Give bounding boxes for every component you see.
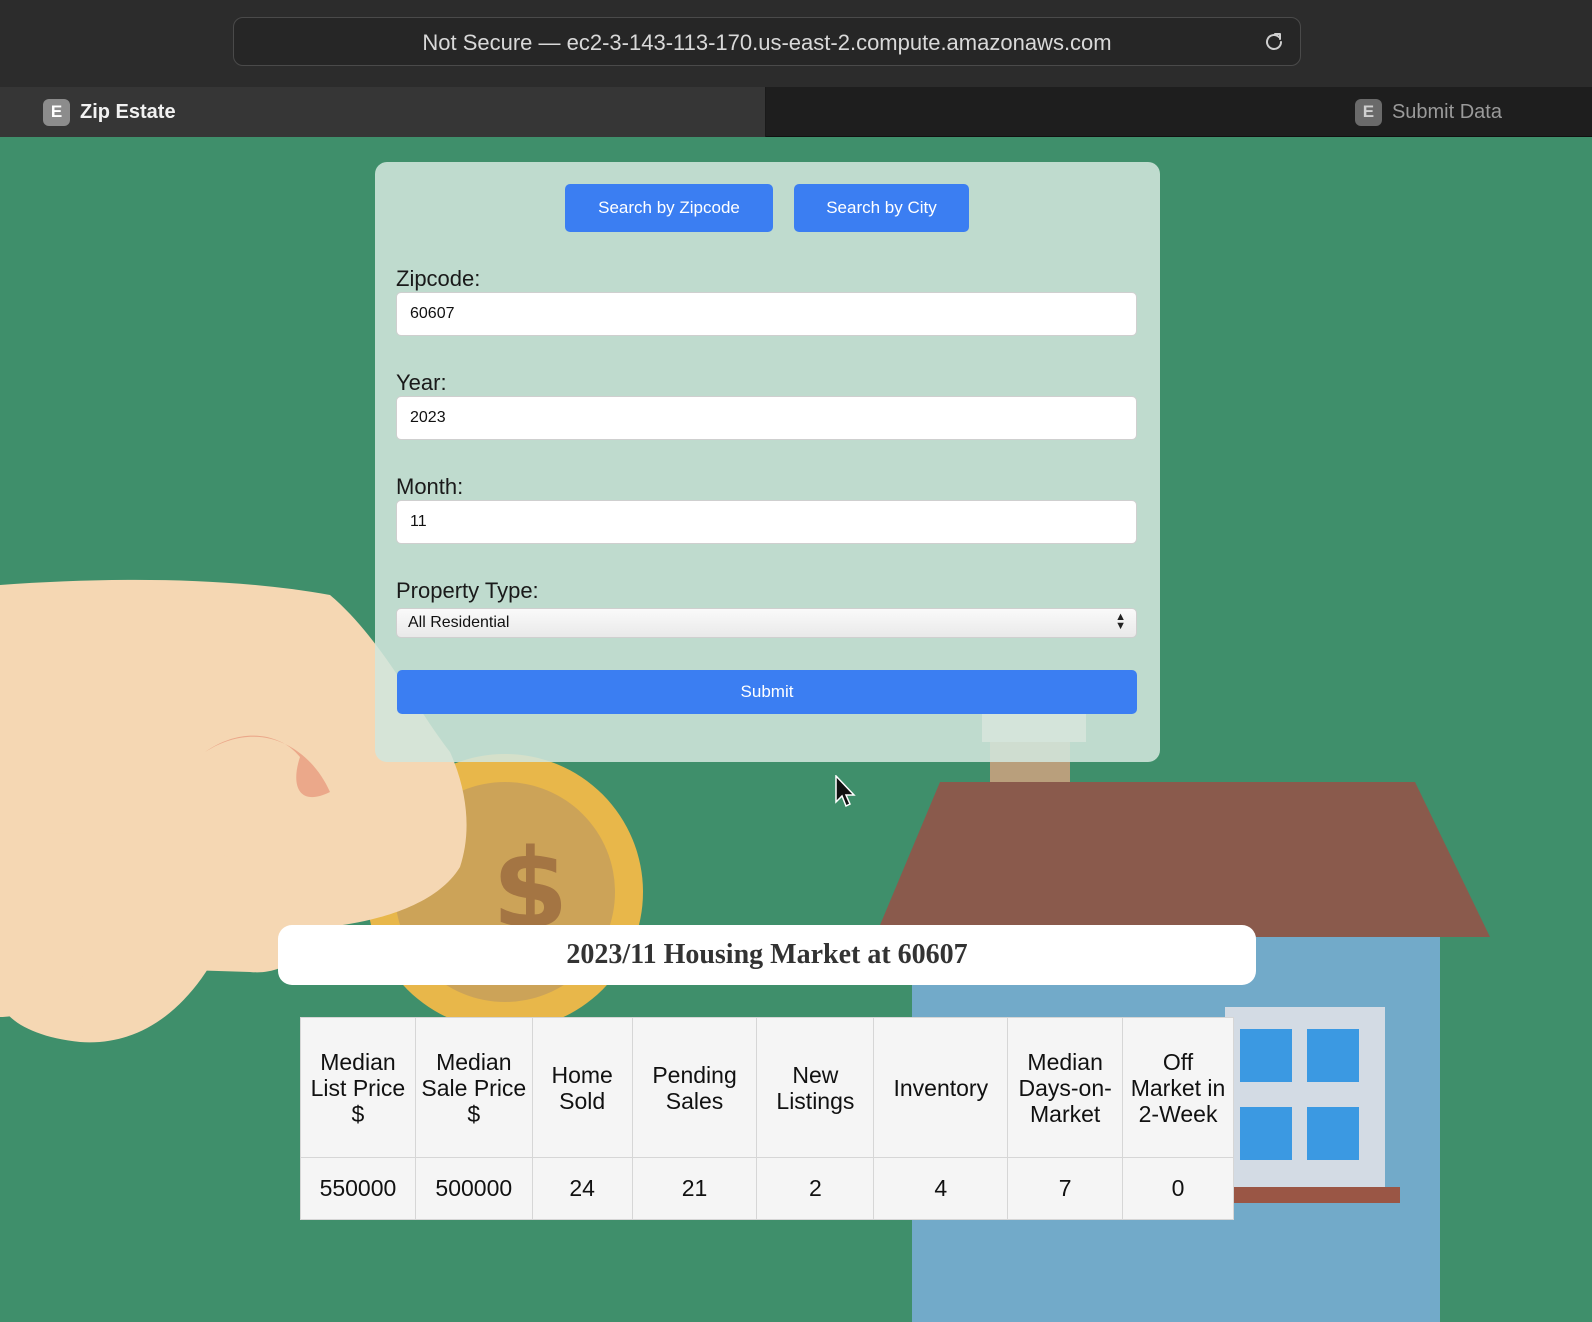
property-type-label: Property Type: xyxy=(396,578,539,603)
month-input[interactable] xyxy=(396,500,1137,544)
zipcode-input[interactable] xyxy=(396,292,1137,336)
zipcode-label: Zipcode: xyxy=(396,266,481,291)
column-header: Inventory xyxy=(873,1017,1009,1158)
column-header: New Listings xyxy=(756,1017,875,1158)
tab-zip-estate[interactable]: E Zip Estate xyxy=(0,87,766,137)
tab-label: Zip Estate xyxy=(80,100,176,123)
column-header: Pending Sales xyxy=(631,1017,758,1158)
table-cell: 4 xyxy=(873,1157,1009,1220)
month-label: Month: xyxy=(396,474,464,499)
tab-bar: E Zip Estate E Submit Data xyxy=(0,87,1592,137)
column-header: Median Days-on-Market xyxy=(1007,1017,1124,1158)
year-input[interactable] xyxy=(396,396,1137,440)
page-viewport: $ Search by Zipcode Search by City Zipco… xyxy=(0,137,1592,1322)
property-type-select[interactable]: All Residential ▲ ▼ xyxy=(396,608,1137,638)
column-header: Median Sale Price $ xyxy=(414,1017,533,1158)
column-header: Median List Price $ xyxy=(300,1017,416,1158)
result-title-box: 2023/11 Housing Market at 60607 xyxy=(278,925,1256,985)
table-cell: 2 xyxy=(756,1157,875,1220)
table-cell: 24 xyxy=(531,1157,633,1220)
browser-titlebar: Not Secure — ec2-3-143-113-170.us-east-2… xyxy=(0,0,1592,87)
favicon-icon: E xyxy=(43,98,70,126)
year-label: Year: xyxy=(396,370,447,395)
roof-shape xyxy=(875,782,1490,937)
table-cell: 500000 xyxy=(414,1157,533,1220)
table-cell: 7 xyxy=(1007,1157,1124,1220)
table-header-row: Median List Price $ Median Sale Price $ … xyxy=(300,1017,1234,1158)
tab-submit-data[interactable]: E Submit Data xyxy=(766,87,1592,137)
table-cell: 21 xyxy=(631,1157,758,1220)
table-cell: 0 xyxy=(1122,1157,1234,1220)
result-title: 2023/11 Housing Market at 60607 xyxy=(566,939,968,970)
table-cell: 550000 xyxy=(300,1157,416,1220)
url-text: Not Secure — ec2-3-143-113-170.us-east-2… xyxy=(422,30,1112,55)
search-by-city-button[interactable]: Search by City xyxy=(794,184,969,232)
address-bar[interactable]: Not Secure — ec2-3-143-113-170.us-east-2… xyxy=(233,17,1301,66)
mouse-cursor-icon xyxy=(835,775,856,808)
favicon-icon: E xyxy=(1354,98,1382,126)
table-row: 550000 500000 24 21 2 4 7 0 xyxy=(300,1157,1234,1220)
tab-label: Submit Data xyxy=(1391,100,1502,123)
select-arrows-icon: ▲ ▼ xyxy=(1115,611,1126,632)
search-by-zipcode-button[interactable]: Search by Zipcode xyxy=(565,184,773,232)
housing-market-table: Median List Price $ Median Sale Price $ … xyxy=(300,1017,1234,1220)
property-type-value: All Residential xyxy=(408,614,510,631)
reload-icon[interactable] xyxy=(1262,30,1286,54)
column-header: Off Market in 2-Week xyxy=(1122,1017,1234,1158)
search-form-card: Search by Zipcode Search by City Zipcode… xyxy=(375,162,1160,762)
column-header: Home Sold xyxy=(531,1017,633,1158)
submit-button[interactable]: Submit xyxy=(397,670,1137,714)
